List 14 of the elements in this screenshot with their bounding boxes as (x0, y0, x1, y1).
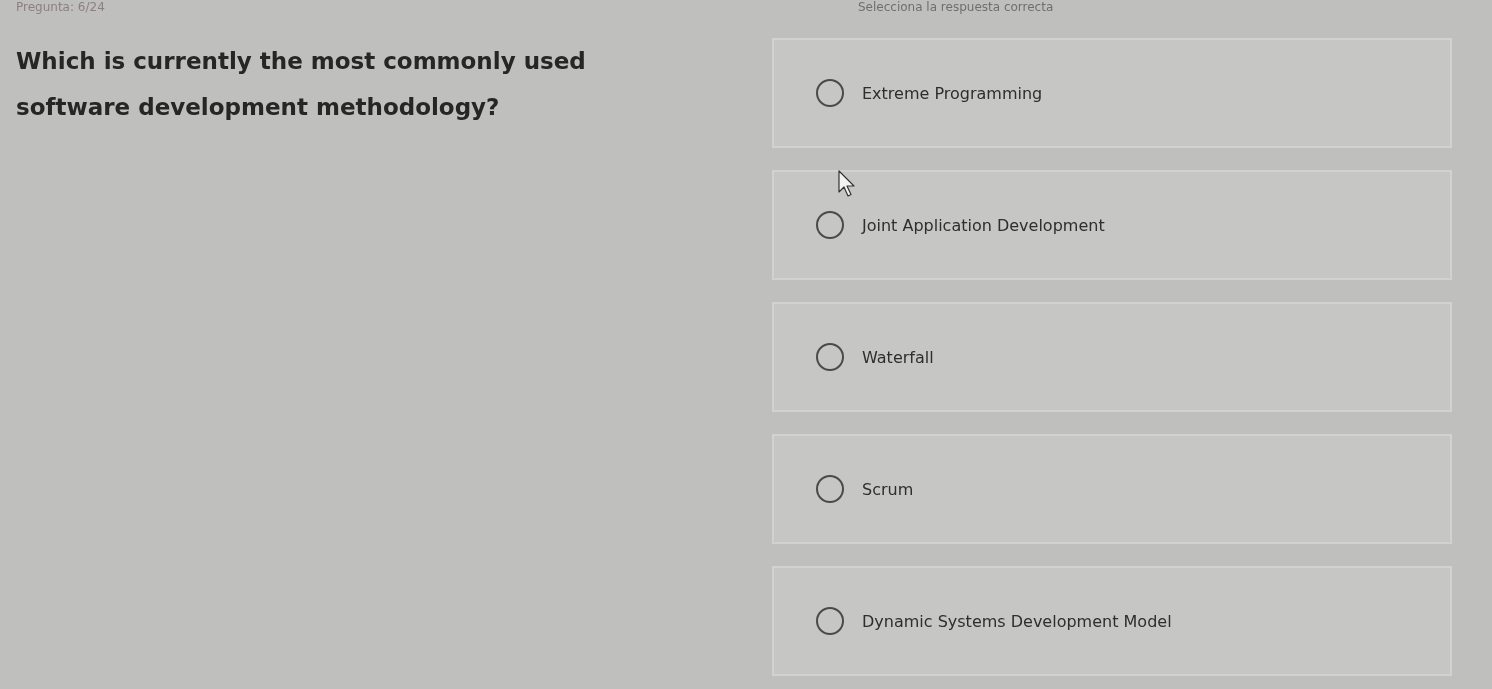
option-label: Joint Application Development (862, 215, 1105, 235)
radio-button[interactable] (816, 79, 844, 107)
radio-button[interactable] (816, 607, 844, 635)
option-label: Scrum (862, 479, 914, 499)
radio-button[interactable] (816, 475, 844, 503)
option-label: Dynamic Systems Development Model (862, 611, 1172, 631)
question-counter: Pregunta: 6/24 (15, 0, 106, 14)
question-text: Which is currently the most commonly used software development methodology? (16, 47, 587, 122)
radio-button[interactable] (816, 211, 844, 239)
option-label: Extreme Programming (862, 83, 1043, 103)
instruction-text: Selecciona la respuesta correcta (857, 0, 1055, 14)
radio-button[interactable] (816, 343, 844, 371)
option-label: Waterfall (862, 347, 934, 367)
cursor-icon (838, 170, 856, 198)
